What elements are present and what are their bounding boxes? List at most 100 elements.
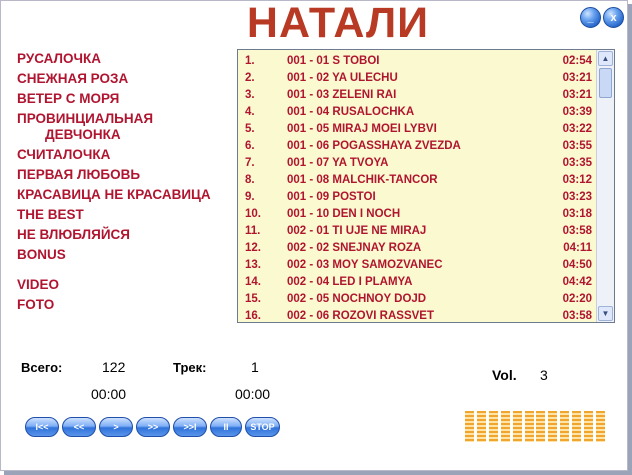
rewind-button[interactable]: << (62, 417, 96, 437)
track-name: 002 - 06 ROZOVI RASSVET (287, 310, 434, 322)
total-value: 122 (102, 359, 126, 375)
first-track-button[interactable]: I<< (25, 417, 59, 437)
menu-item-bonus[interactable]: BONUS (17, 245, 237, 265)
stop-button[interactable]: STOP (245, 417, 280, 437)
playlist-row[interactable]: 6. 001 - 06 POGASSHAYA ZVEZDA 03:55 (238, 138, 596, 155)
track-time: 00:00 (235, 386, 271, 402)
playlist-row[interactable]: 15. 002 - 05 NOCHNOY DOJD 02:20 (238, 291, 596, 308)
volume-bar (512, 411, 522, 442)
playlist-row[interactable]: 10. 001 - 10 DEN I NOCH 03:18 (238, 206, 596, 223)
track-name: 002 - 03 MOY SAMOZVANEC (287, 259, 443, 271)
playlist-row[interactable]: 8. 001 - 08 MALCHIK-TANCOR 03:12 (238, 172, 596, 189)
total-time: 00:00 (91, 386, 127, 402)
playlist-row[interactable]: 2. 001 - 02 YA ULECHU 03:21 (238, 70, 596, 87)
total-label: Всего: (21, 360, 63, 375)
track-number: 13. (245, 259, 261, 271)
volume-bar (500, 411, 510, 442)
track-name: 001 - 06 POGASSHAYA ZVEZDA (287, 140, 461, 152)
track-name: 001 - 10 DEN I NOCH (287, 208, 401, 220)
volume-label: Vol. (492, 367, 517, 383)
volume-bar (536, 411, 546, 442)
playlist-row[interactable]: 1. 001 - 01 S TOBOI 02:54 (238, 53, 596, 70)
track-duration: 03:39 (562, 106, 592, 118)
playlist-row[interactable]: 14. 002 - 04 LED I PLAMYA 04:42 (238, 274, 596, 291)
track-number: 14. (245, 276, 261, 288)
track-number: 10. (245, 208, 261, 220)
track-name: 002 - 01 TI UJE NE MIRAJ (287, 225, 427, 237)
volume-bar (584, 411, 594, 442)
track-duration: 03:22 (562, 123, 592, 135)
volume-bar (548, 411, 558, 442)
track-name: 002 - 04 LED I PLAMYA (287, 276, 413, 288)
track-duration: 03:23 (562, 191, 592, 203)
playlist-row[interactable]: 3. 001 - 03 ZELENI RAI 03:21 (238, 87, 596, 104)
track-name: 002 - 02 SNEJNAY ROZA (287, 242, 422, 254)
track-name: 001 - 03 ZELENI RAI (287, 89, 397, 101)
menu-item-schitalochka[interactable]: СЧИТАЛОЧКА (17, 145, 237, 165)
track-duration: 04:11 (563, 242, 592, 254)
volume-value: 3 (540, 367, 548, 383)
album-menu: РУСАЛОЧКА СНЕЖНАЯ РОЗА ВЕТЕР С МОРЯ ПРОВ… (17, 49, 237, 315)
track-number: 6. (245, 140, 255, 152)
track-duration: 03:18 (562, 208, 592, 220)
playlist-rows: 1. 001 - 01 S TOBOI 02:54 2. 001 - 02 YA ULE… (238, 50, 596, 322)
volume-bar (524, 411, 534, 442)
volume-bar (560, 411, 570, 442)
playlist[interactable]: 1. 001 - 01 S TOBOI 02:54 2. 001 - 02 YA ULE… (237, 49, 615, 323)
track-name: 001 - 01 S TOBOI (287, 55, 380, 67)
track-number: 8. (245, 174, 255, 186)
track-number: 15. (245, 293, 261, 305)
playlist-row[interactable]: 7. 001 - 07 YA TVOYA 03:35 (238, 155, 596, 172)
menu-item-video[interactable]: VIDEO (17, 275, 237, 295)
track-name: 002 - 05 NOCHNOY DOJD (287, 293, 427, 305)
track-value: 1 (251, 359, 259, 375)
track-name: 001 - 02 YA ULECHU (287, 72, 398, 84)
volume-bar (572, 411, 582, 442)
playlist-row[interactable]: 11. 002 - 01 TI UJE NE MIRAJ 03:58 (238, 223, 596, 240)
track-number: 16. (245, 310, 261, 322)
track-number: 7. (245, 157, 255, 169)
playlist-row[interactable]: 12. 002 - 02 SNEJNAY ROZA 04:11 (238, 240, 596, 257)
playlist-row[interactable]: 9. 001 - 09 POSTOI 03:23 (238, 189, 596, 206)
playlist-row[interactable]: 5. 001 - 05 MIRAJ MOEI LYBVI 03:22 (238, 121, 596, 138)
scroll-thumb[interactable] (599, 68, 612, 98)
menu-item-snezhnaya-roza[interactable]: СНЕЖНАЯ РОЗА (17, 69, 237, 89)
menu-item-the-best[interactable]: THE BEST (17, 205, 237, 225)
track-number: 12. (245, 242, 261, 254)
menu-item-pervaya-lyubov[interactable]: ПЕРВАЯ ЛЮБОВЬ (17, 165, 237, 185)
track-name: 001 - 04 RUSALOCHKA (287, 106, 415, 118)
pause-button[interactable]: II (210, 417, 242, 437)
menu-item-krasavica[interactable]: КРАСАВИЦА НЕ КРАСАВИЦА (17, 185, 237, 205)
track-duration: 04:42 (562, 276, 592, 288)
menu-item-ne-vlyublyaysya[interactable]: НЕ ВЛЮБЛЯЙСЯ (17, 225, 237, 245)
volume-bar (595, 411, 605, 442)
last-track-button[interactable]: >>I (173, 417, 207, 437)
minimize-button[interactable]: _ (580, 7, 601, 28)
menu-item-rusalochka[interactable]: РУСАЛОЧКА (17, 49, 237, 69)
volume-equalizer[interactable] (465, 411, 605, 442)
track-duration: 03:21 (562, 72, 592, 84)
playlist-row[interactable]: 13. 002 - 03 MOY SAMOZVANEC 04:50 (238, 257, 596, 274)
track-name: 001 - 09 POSTOI (287, 191, 376, 203)
scroll-up-icon[interactable]: ▲ (598, 51, 613, 66)
menu-item-veter-s-morya[interactable]: ВЕТЕР С МОРЯ (17, 89, 237, 109)
track-duration: 03:55 (562, 140, 592, 152)
volume-bar (465, 411, 474, 442)
track-label: Трек: (173, 360, 207, 375)
scroll-down-icon[interactable]: ▼ (598, 306, 613, 321)
menu-item-foto[interactable]: FOTO (17, 295, 237, 315)
playlist-row[interactable]: 16. 002 - 06 ROZOVI RASSVET 03:58 (238, 308, 596, 322)
track-duration: 02:20 (562, 293, 592, 305)
track-name: 001 - 05 MIRAJ MOEI LYBVI (287, 123, 437, 135)
track-number: 9. (245, 191, 255, 203)
app-window: НАТАЛИ _ x РУСАЛОЧКА СНЕЖНАЯ РОЗА ВЕТЕР … (0, 0, 628, 471)
track-duration: 03:58 (562, 225, 592, 237)
track-number: 1. (245, 55, 255, 67)
play-button[interactable]: > (99, 417, 133, 437)
close-button[interactable]: x (603, 7, 624, 28)
playlist-scrollbar[interactable]: ▲ ▼ (596, 50, 614, 322)
playlist-row[interactable]: 4. 001 - 04 RUSALOCHKA 03:39 (238, 104, 596, 121)
track-number: 5. (245, 123, 255, 135)
track-number: 3. (245, 89, 255, 101)
forward-button[interactable]: >> (136, 417, 170, 437)
